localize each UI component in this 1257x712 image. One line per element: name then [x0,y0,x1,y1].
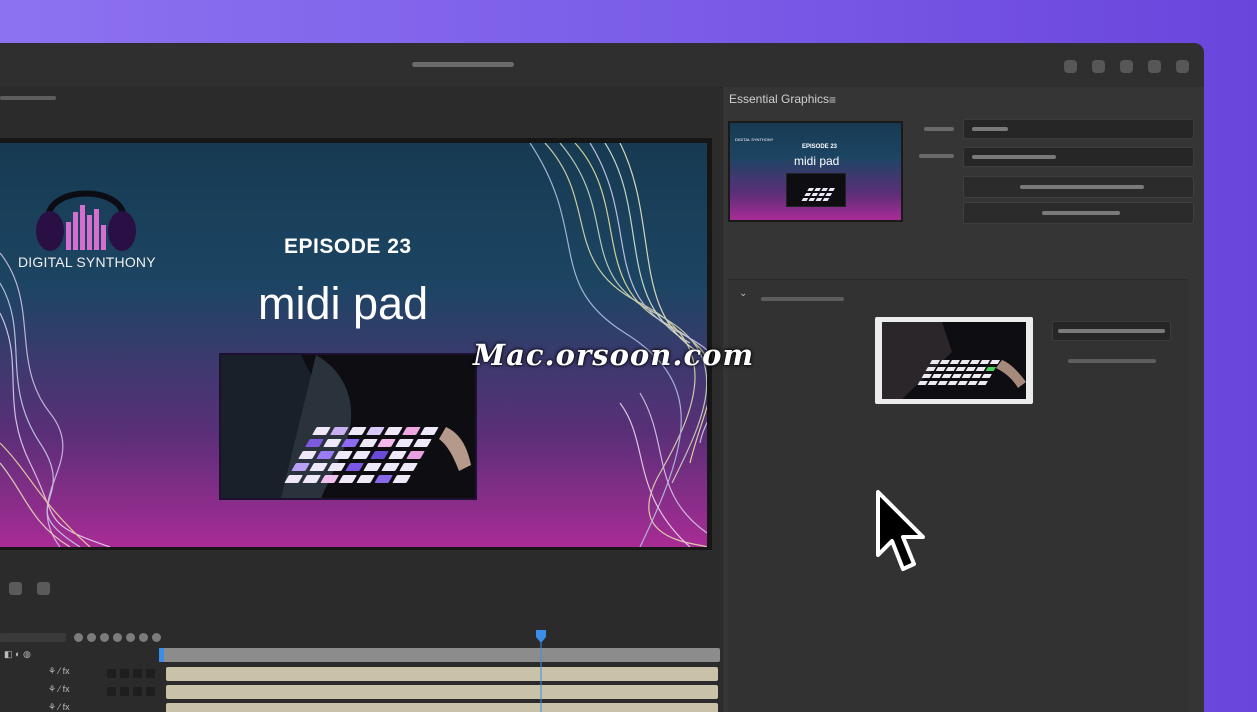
chevron-down-icon[interactable]: ⌄ [739,288,747,299]
episode-title: midi pad [258,278,429,329]
track-header-icons[interactable]: ◧ ◐ ◍ [4,649,31,660]
panel-title: Essential Graphics [729,92,830,106]
panel-tab-placeholder[interactable] [0,96,56,100]
track-toggle[interactable] [120,687,129,696]
thumbnail-episode: EPISODE 23 [802,144,838,150]
track-toggle[interactable] [133,669,142,678]
timeline-tool-dot[interactable] [152,633,161,642]
track-row-icons[interactable]: ⚘ ⁄ fx [48,666,70,677]
field-value-placeholder [972,155,1056,159]
property-field-1[interactable] [963,119,1194,139]
timeline-ruler[interactable] [160,648,720,662]
in-point-marker[interactable] [159,648,164,662]
app-window: DIGITAL SYNTHONY EPISODE 23 midi pad Ess… [0,43,1204,712]
timeline-clip[interactable] [166,703,718,712]
logo-text: DIGITAL SYNTHONY [18,254,156,270]
track-toggle[interactable] [146,687,155,696]
track-toggle[interactable] [120,669,129,678]
media-name-field[interactable] [1052,321,1171,341]
fx-label: fx [62,684,70,694]
property-field-2[interactable] [963,147,1194,167]
media-preview [882,322,1026,399]
timeline-clip[interactable] [166,667,718,681]
template-thumbnail[interactable]: DIGITAL SYNTHONY EPISODE 23 midi pad [728,121,903,222]
fx-label: fx [62,702,70,712]
window-button-4[interactable] [1148,60,1161,73]
track-row-icons[interactable]: ⚘ ⁄ fx [48,702,70,712]
media-replacement-tile[interactable] [875,317,1033,404]
timeline-tool-dot[interactable] [139,633,148,642]
episode-label: EPISODE 23 [284,235,412,258]
thumbnail-video [786,173,846,207]
button-label-placeholder [1042,211,1120,215]
thumbnail-logo-text: DIGITAL SYNTHONY [735,137,774,142]
timeline-tool-dot[interactable] [87,633,96,642]
playback-button-2[interactable] [37,582,50,595]
media-preview-image [882,322,1026,399]
midi-pad-video-image [221,355,475,498]
video-inset [219,353,477,500]
watermark-text: Mac.orsoon.com [473,338,755,372]
timeline-tool-dot[interactable] [113,633,122,642]
property-label-1 [924,127,954,131]
section-title-placeholder [761,297,844,301]
timeline-tool-dot[interactable] [100,633,109,642]
track-toggle[interactable] [107,687,116,696]
window-button-3[interactable] [1120,60,1133,73]
property-label-2 [919,154,954,158]
media-section: ⌄ [728,279,1188,712]
window-button-5[interactable] [1176,60,1189,73]
field-value-placeholder [972,127,1008,131]
title-bar [0,43,1204,88]
timeline-tool-dot[interactable] [126,633,135,642]
mouse-cursor-icon [876,490,925,571]
essential-graphics-panel: Essential Graphics ≡ DIGITAL SYNTHONY EP… [723,87,1204,712]
timecode-placeholder [0,633,66,642]
media-action-placeholder[interactable] [1068,359,1156,363]
playhead[interactable] [535,630,547,712]
playback-button-1[interactable] [9,582,22,595]
timeline-panel: ◧ ◐ ◍ ⚘ ⁄ fx ⚘ ⁄ fx ⚘ ⁄ fx [0,582,720,712]
panel-button-1[interactable] [963,176,1194,198]
window-button-1[interactable] [1064,60,1077,73]
timeline-tool-dot[interactable] [74,633,83,642]
panel-menu-icon[interactable]: ≡ [829,93,836,107]
timeline-clip[interactable] [166,685,718,699]
track-toggle[interactable] [146,669,155,678]
panel-button-2[interactable] [963,202,1194,224]
thumbnail-video-image [787,174,845,206]
fx-label: fx [62,666,70,676]
field-value-placeholder [1058,329,1165,333]
track-toggle[interactable] [107,669,116,678]
thumbnail-title: midi pad [794,154,840,168]
track-row-icons[interactable]: ⚘ ⁄ fx [48,684,70,695]
button-label-placeholder [1020,185,1144,189]
track-toggle[interactable] [133,687,142,696]
window-title-placeholder [412,62,514,67]
window-button-2[interactable] [1092,60,1105,73]
